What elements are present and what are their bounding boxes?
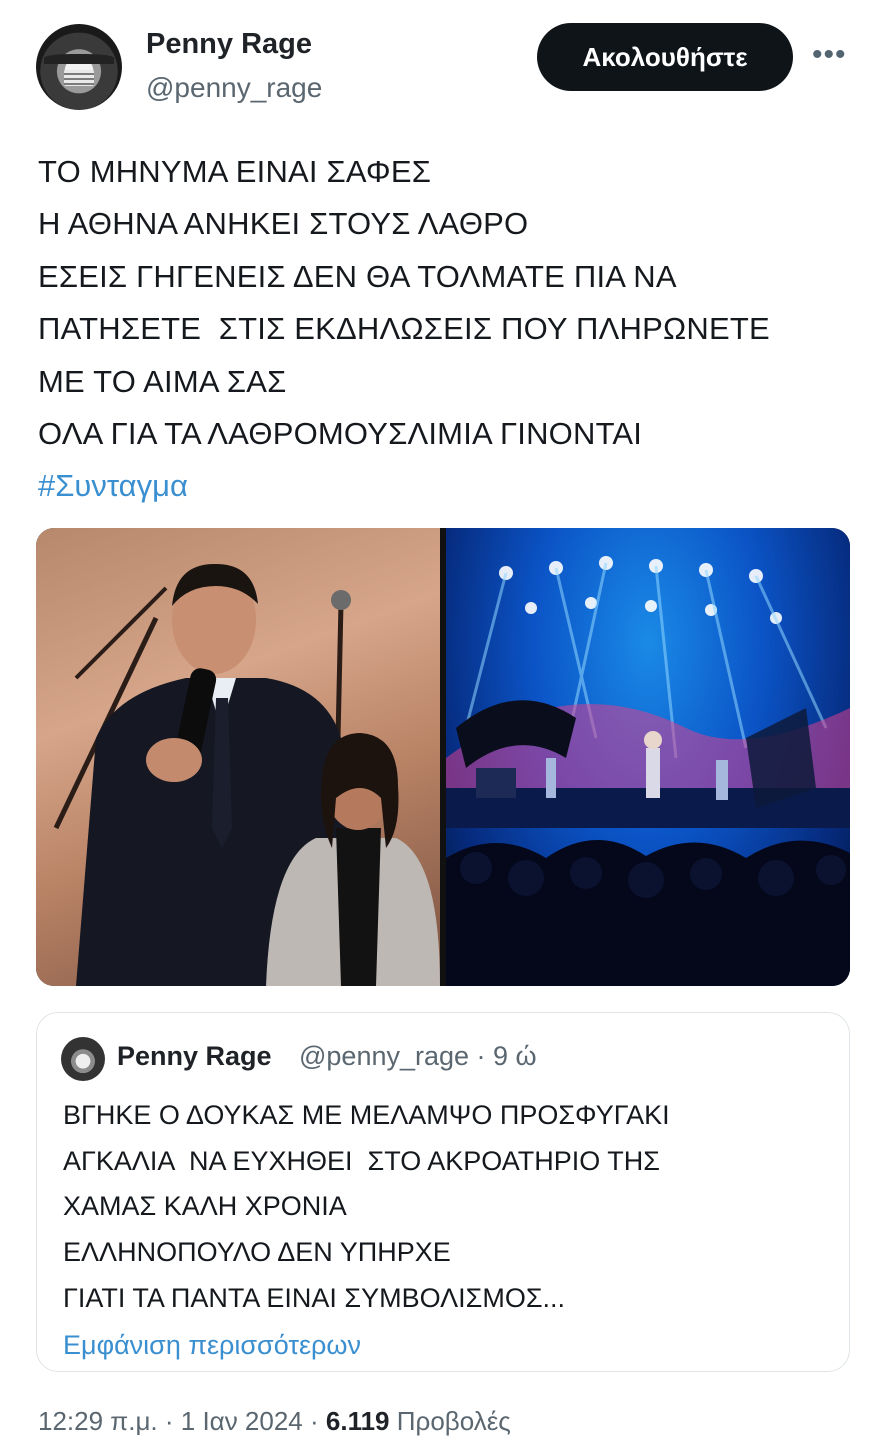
tweet-text-line: ΤΟ ΜΗΝΥΜΑ ΕΙΝΑΙ ΣΑΦΕΣ bbox=[38, 154, 432, 189]
quoted-text-line: ΓΙΑΤΙ ΤΑ ΠΑΝΤΑ ΕΙΝΑΙ ΣΥΜΒΟΛΙΣΜΟΣ... bbox=[63, 1282, 566, 1313]
show-more-link[interactable]: Εμφάνιση περισσότερων bbox=[63, 1322, 833, 1368]
quoted-author-meta: @penny_rage · 9 ώ bbox=[299, 1041, 537, 1071]
hashtag-link[interactable]: #Συνταγμα bbox=[38, 460, 858, 512]
author-avatar[interactable] bbox=[36, 24, 122, 110]
tweet-text-line: ΟΛΑ ΓΙΑ ΤΑ ΛΑΘΡΟΜΟΥΣΛΙΜΙΑ ΓΙΝΟΝΤΑΙ bbox=[38, 416, 643, 452]
quoted-tweet-body: ΒΓΗΚΕ Ο ΔΟΥΚΑΣ ΜΕ ΜΕΛΑΜΨΟ ΠΡΟΣΦΥΓΑΚΙ ΑΓΚ… bbox=[63, 1093, 833, 1368]
tweet-text-line: ΕΣΕΙΣ ΓΗΓΕΝΕΙΣ ΔΕΝ ΘΑ ΤΟΛΜΑΤΕ ΠΙΑ ΝΑ bbox=[38, 258, 677, 294]
tweet-header: Penny Rage @penny_rage Ακολουθήστε ••• bbox=[0, 0, 880, 130]
author-display-name[interactable]: Penny Rage bbox=[146, 28, 312, 61]
tweet-text-line: Η ΑΘΗΝΑ ΑΝΗΚΕΙ ΣΤΟΥΣ ΛΑΘΡΟ bbox=[38, 206, 529, 242]
tweet-body: ΤΟ ΜΗΝΥΜΑ ΕΙΝΑΙ ΣΑΦΕΣ Η ΑΘΗΝΑ ΑΝΗΚΕΙ ΣΤΟ… bbox=[38, 146, 858, 512]
views-count: 6.119 bbox=[325, 1406, 390, 1436]
quoted-text-line: ΧΑΜΑΣ ΚΑΛΗ ΧΡΟΝΙΑ bbox=[63, 1191, 347, 1222]
quoted-tweet-time: 9 ώ bbox=[493, 1041, 537, 1071]
follow-button[interactable]: Ακολουθήστε bbox=[537, 23, 793, 91]
tweet-media-grid bbox=[36, 528, 850, 986]
photo-speaker-illustration bbox=[53, 563, 440, 986]
quoted-author-handle: @penny_rage bbox=[299, 1041, 470, 1071]
flag-icon bbox=[64, 70, 94, 86]
quoted-author-avatar bbox=[61, 1037, 105, 1081]
author-handle[interactable]: @penny_rage bbox=[146, 72, 322, 104]
quoted-tweet[interactable]: Penny Rage @penny_rage · 9 ώ ΒΓΗΚΕ Ο ΔΟΥ… bbox=[36, 1012, 850, 1372]
tweet-text-line: ΜΕ ΤΟ ΑΙΜΑ ΣΑΣ bbox=[38, 363, 287, 399]
photo-speaker-with-girl[interactable] bbox=[36, 528, 440, 986]
quoted-text-line: ΑΓΚΑΛΙΑ ΝΑ ΕΥΧΗΘΕΙ ΣΤΟ ΑΚΡΟΑΤΗΡΙΟ ΤΗΣ bbox=[63, 1145, 660, 1176]
quoted-text-line: ΕΛΛΗΝΟΠΟΥΛΟ ΔΕΝ ΥΠΗΡΧΕ bbox=[63, 1237, 451, 1268]
photo-concert-illustration bbox=[446, 556, 850, 986]
views-label: Προβολές bbox=[396, 1406, 511, 1436]
tweet-text-line: ΠΑΤΗΣΕΤΕ ΣΤΙΣ ΕΚΔΗΛΩΣΕΙΣ ΠΟΥ ΠΛΗΡΩΝΕΤΕ bbox=[38, 311, 770, 347]
photo-concert-stage[interactable] bbox=[446, 528, 850, 986]
more-horizontal-icon[interactable]: ••• bbox=[812, 40, 847, 70]
tweet-time[interactable]: 12:29 π.μ. bbox=[38, 1406, 158, 1436]
quoted-text-line: ΒΓΗΚΕ Ο ΔΟΥΚΑΣ ΜΕ ΜΕΛΑΜΨΟ ΠΡΟΣΦΥΓΑΚΙ bbox=[63, 1100, 670, 1130]
quoted-author-display-name: Penny Rage bbox=[117, 1041, 272, 1071]
tweet-footer: 12:29 π.μ. · 1 Ιαν 2024 · 6.119 Προβολές bbox=[38, 1406, 511, 1436]
tweet-date[interactable]: 1 Ιαν 2024 bbox=[181, 1406, 303, 1436]
